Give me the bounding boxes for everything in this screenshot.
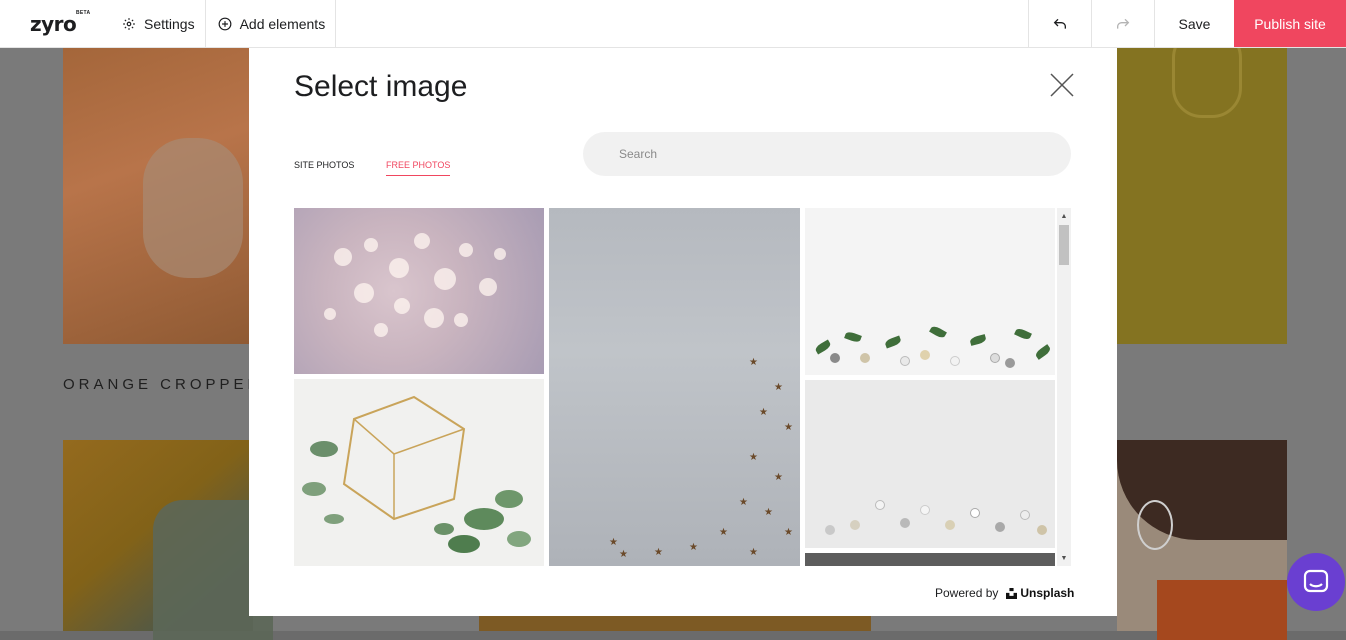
top-toolbar: zyro BETA Settings Add elements Save Pub… bbox=[0, 0, 1346, 48]
photo-grid: ★ ★ ★ ★ ★ ★ ★ ★ ★ ★ ★ ★ ★ ★ ★ bbox=[294, 208, 1072, 566]
close-icon bbox=[1050, 73, 1074, 97]
select-image-modal: Select image SITE PHOTOS FREE PHOTOS Sea… bbox=[249, 48, 1117, 616]
background-image-hands bbox=[63, 48, 253, 344]
gear-icon bbox=[123, 17, 135, 30]
photo-concrete-stars[interactable]: ★ ★ ★ ★ ★ ★ ★ ★ ★ ★ ★ ★ ★ ★ ★ bbox=[549, 208, 800, 566]
undo-icon bbox=[1053, 18, 1066, 29]
background-caption: ORANGE CROPPED bbox=[63, 376, 263, 393]
background-image-jacket bbox=[63, 440, 273, 640]
save-button[interactable]: Save bbox=[1155, 0, 1234, 47]
close-button[interactable] bbox=[1049, 72, 1075, 98]
unsplash-link[interactable]: Unsplash bbox=[1006, 586, 1074, 600]
unsplash-icon bbox=[1006, 587, 1018, 599]
add-elements-button[interactable]: Add elements bbox=[206, 0, 337, 47]
powered-by-label: Powered by bbox=[935, 586, 999, 600]
tab-site-photos[interactable]: SITE PHOTOS bbox=[294, 160, 354, 175]
redo-icon bbox=[1117, 18, 1130, 29]
photo-baubles-leaves[interactable] bbox=[805, 208, 1055, 375]
chat-button[interactable] bbox=[1287, 553, 1345, 611]
scroll-up-arrow-icon[interactable]: ▲ bbox=[1057, 210, 1071, 222]
powered-by-unsplash: Powered by Unsplash bbox=[935, 586, 1074, 600]
redo-button[interactable] bbox=[1092, 0, 1155, 47]
logo-text: zyro bbox=[30, 11, 77, 36]
settings-button[interactable]: Settings bbox=[110, 0, 206, 47]
publish-site-button[interactable]: Publish site bbox=[1234, 0, 1346, 47]
unsplash-label: Unsplash bbox=[1020, 586, 1075, 600]
photo-gold-frame[interactable] bbox=[294, 379, 544, 566]
add-elements-label: Add elements bbox=[239, 15, 326, 32]
zyro-logo[interactable]: zyro BETA bbox=[0, 0, 110, 47]
modal-title: Select image bbox=[294, 70, 468, 103]
plus-circle-icon bbox=[218, 17, 232, 30]
background-image-yellow bbox=[1117, 28, 1287, 344]
tab-free-photos[interactable]: FREE PHOTOS bbox=[386, 160, 451, 176]
settings-label: Settings bbox=[144, 15, 195, 32]
photo-silver-ornaments[interactable] bbox=[805, 380, 1055, 548]
beta-badge: BETA bbox=[76, 10, 91, 16]
toolbar-spacer bbox=[336, 0, 1029, 47]
chat-icon bbox=[1303, 569, 1329, 593]
background-image-bottom bbox=[479, 615, 871, 631]
search-input[interactable] bbox=[583, 132, 1071, 176]
scroll-thumb[interactable] bbox=[1059, 225, 1069, 265]
undo-button[interactable] bbox=[1029, 0, 1092, 47]
scroll-down-arrow-icon[interactable]: ▼ bbox=[1057, 552, 1071, 564]
photo-dark-texture[interactable] bbox=[805, 553, 1055, 566]
background-image-portrait bbox=[1117, 440, 1287, 640]
photo-grid-scrollbar[interactable]: ▲ ▼ bbox=[1057, 208, 1071, 566]
photo-bokeh-lights[interactable] bbox=[294, 208, 544, 374]
